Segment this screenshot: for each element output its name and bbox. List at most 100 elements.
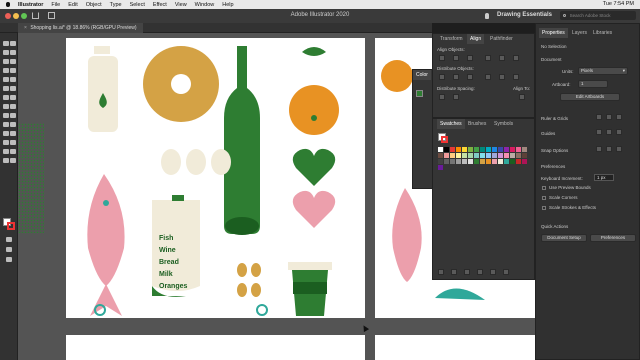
align-horizontal-center-icon[interactable] [453, 55, 459, 61]
show-grid-icon[interactable] [606, 114, 612, 120]
align-to-selection-icon[interactable] [519, 94, 525, 100]
color-swatch[interactable] [522, 153, 527, 158]
snap-to-pixel-icon[interactable] [616, 146, 622, 152]
color-swatch[interactable] [510, 159, 515, 164]
color-swatch[interactable] [480, 153, 485, 158]
shape-builder-tool-icon[interactable] [3, 104, 9, 109]
color-swatch[interactable] [492, 159, 497, 164]
touch-type-tool-icon[interactable] [10, 77, 16, 82]
color-swatch[interactable] [438, 153, 443, 158]
new-color-group-icon[interactable] [477, 269, 483, 275]
line-tool-icon[interactable] [10, 68, 16, 73]
tab-swatches[interactable]: Swatches [437, 119, 465, 129]
live-paint-tool-icon[interactable] [10, 104, 16, 109]
mesh-tool-icon[interactable] [10, 113, 16, 118]
color-swatch[interactable] [486, 147, 491, 152]
properties-panel[interactable]: Properties Layers Libraries No Selection… [535, 23, 640, 360]
color-swatch[interactable] [462, 153, 467, 158]
scale-tool-icon[interactable] [10, 86, 16, 91]
distribute-right-icon[interactable] [513, 74, 519, 80]
edit-toolbar-icon[interactable] [6, 257, 12, 262]
color-swatch[interactable] [438, 159, 443, 164]
color-swatch[interactable] [498, 153, 503, 158]
align-vertical-center-icon[interactable] [499, 55, 505, 61]
tab-pathfinder[interactable]: Pathfinder [487, 34, 516, 44]
rotate-tool-icon[interactable] [3, 86, 9, 91]
use-preview-bounds-checkbox[interactable] [542, 186, 546, 190]
artwork-illustration[interactable] [66, 38, 365, 318]
color-swatch[interactable] [480, 159, 485, 164]
menu-view[interactable]: View [175, 2, 187, 8]
menu-file[interactable]: File [51, 2, 60, 8]
color-swatch[interactable] [498, 159, 503, 164]
snap-to-grid-icon[interactable] [606, 146, 612, 152]
swatch-options-icon[interactable] [464, 269, 470, 275]
distribute-vertical-space-icon[interactable] [439, 94, 445, 100]
color-swatch[interactable] [486, 159, 491, 164]
eraser-tool-icon[interactable] [10, 149, 16, 154]
swatch-stroke-indicator[interactable] [441, 136, 448, 143]
width-tool-icon[interactable] [3, 95, 9, 100]
column-graph-tool-icon[interactable] [3, 140, 9, 145]
color-swatch[interactable] [492, 153, 497, 158]
color-swatch[interactable] [486, 153, 491, 158]
artboard-lower-right[interactable] [375, 335, 535, 360]
color-swatch[interactable] [444, 153, 449, 158]
show-guides-icon[interactable] [596, 129, 602, 135]
zoom-tool-icon[interactable] [10, 158, 16, 163]
workspace-name[interactable]: Drawing Essentials [497, 12, 552, 18]
new-swatch-icon[interactable] [490, 269, 496, 275]
selection-tool-icon[interactable] [3, 41, 9, 46]
artboard-lower-left[interactable] [66, 335, 365, 360]
swatches-panel[interactable]: Swatches Brushes Symbols [432, 118, 535, 280]
color-swatch[interactable] [462, 147, 467, 152]
artboard-tool-icon[interactable] [10, 140, 16, 145]
align-left-icon[interactable] [439, 55, 445, 61]
color-swatch[interactable] [456, 159, 461, 164]
direct-selection-tool-icon[interactable] [10, 41, 16, 46]
gradient-tool-icon[interactable] [3, 122, 9, 127]
drawing-modes-icon[interactable] [6, 237, 12, 242]
perspective-grid-tool-icon[interactable] [3, 113, 9, 118]
color-swatch[interactable] [474, 147, 479, 152]
close-tab-icon[interactable]: × [24, 25, 27, 31]
align-panel[interactable]: Transform Align Pathfinder Align Objects… [432, 33, 535, 118]
color-swatch[interactable] [516, 153, 521, 158]
distribute-bottom-icon[interactable] [467, 74, 473, 80]
lock-guides-icon[interactable] [606, 129, 612, 135]
menu-help[interactable]: Help [222, 2, 233, 8]
show-swatch-kinds-icon[interactable] [451, 269, 457, 275]
color-swatch[interactable] [516, 159, 521, 164]
menu-edit[interactable]: Edit [68, 2, 77, 8]
shopping-list-text[interactable]: Fish Wine Bread Milk Oranges [159, 233, 205, 293]
pencil-tool-icon[interactable] [3, 59, 9, 64]
color-swatch[interactable] [450, 159, 455, 164]
color-swatch[interactable] [516, 147, 521, 152]
eyedropper-tool-icon[interactable] [10, 122, 16, 127]
tab-symbols[interactable]: Symbols [491, 119, 516, 129]
menu-effect[interactable]: Effect [153, 2, 167, 8]
menu-window[interactable]: Window [195, 2, 215, 8]
swatch-libraries-icon[interactable] [438, 269, 444, 275]
align-right-icon[interactable] [467, 55, 473, 61]
scale-strokes-checkbox[interactable] [542, 206, 546, 210]
lightbulb-icon[interactable] [485, 13, 489, 19]
menu-type[interactable]: Type [110, 2, 122, 8]
edit-artboards-button[interactable]: Edit Artboards [560, 93, 620, 101]
align-bottom-icon[interactable] [513, 55, 519, 61]
tab-transform[interactable]: Transform [437, 34, 466, 44]
distribute-left-icon[interactable] [485, 74, 491, 80]
show-rulers-icon[interactable] [596, 114, 602, 120]
color-swatch[interactable] [438, 147, 443, 152]
tab-libraries[interactable]: Libraries [590, 28, 615, 38]
tab-align[interactable]: Align [467, 34, 485, 44]
color-swatch[interactable] [510, 147, 515, 152]
tab-color[interactable]: Color [413, 70, 431, 80]
keyboard-increment-input[interactable]: 1 px [594, 174, 614, 181]
tab-properties[interactable]: Properties [539, 28, 568, 38]
tab-layers[interactable]: Layers [569, 28, 590, 38]
color-swatch[interactable] [498, 147, 503, 152]
color-swatch[interactable] [504, 159, 509, 164]
color-swatch[interactable] [450, 147, 455, 152]
color-swatch[interactable] [522, 159, 527, 164]
